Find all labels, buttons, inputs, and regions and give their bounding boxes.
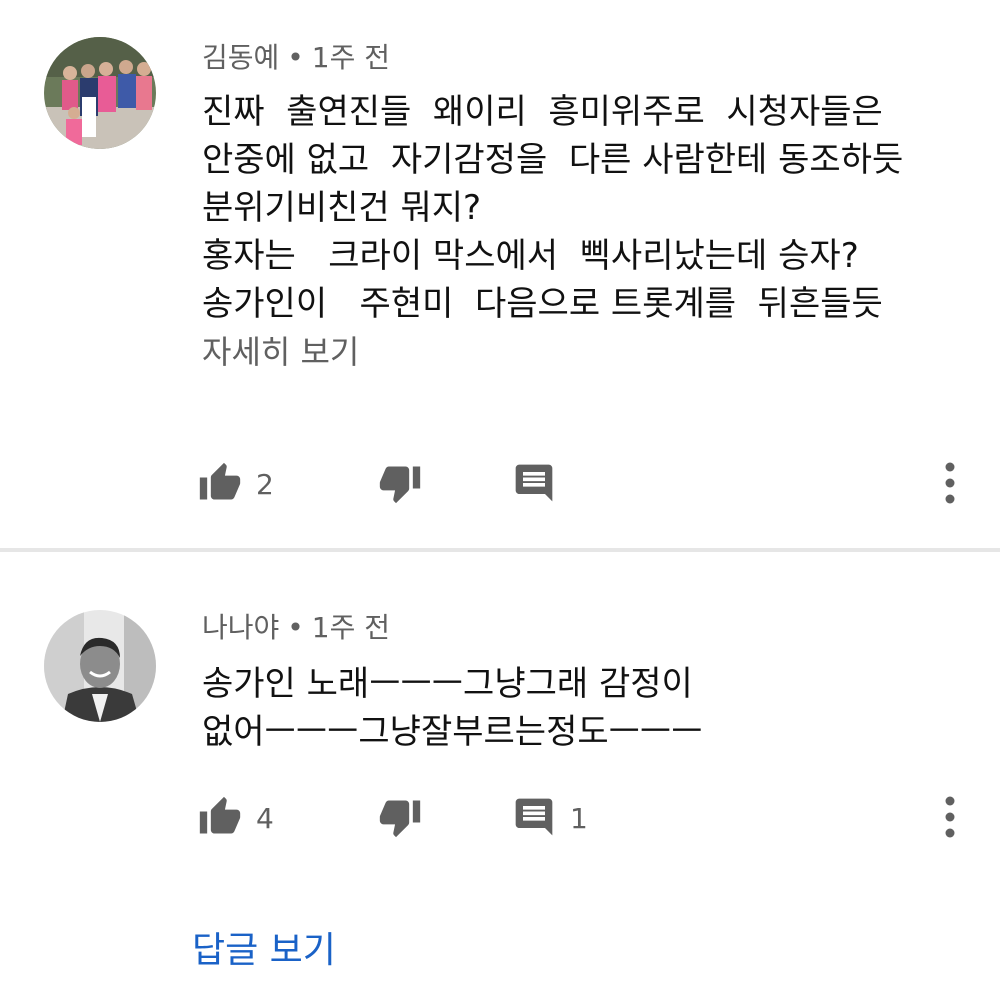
comment-time[interactable]: 1주 전 — [312, 41, 390, 74]
more-options-button[interactable] — [930, 455, 970, 515]
author-name[interactable]: 나나야 — [202, 611, 279, 644]
reply-count: 1 — [570, 802, 588, 835]
comment-meta: 김동예 • 1주 전 — [202, 38, 390, 78]
comment-actions: 2 — [0, 455, 1000, 515]
comment-thread-1: 김동예 • 1주 전 진짜 출연진들 왜이리 흥미위주로 시청자들은 안중에 없고 … — [0, 0, 1000, 548]
like-count: 2 — [256, 468, 274, 501]
more-vertical-icon — [944, 461, 956, 509]
like-count: 4 — [256, 802, 274, 835]
dislike-button[interactable] — [378, 789, 422, 849]
more-vertical-icon — [944, 795, 956, 843]
comment-meta: 나나야 • 1주 전 — [202, 608, 390, 648]
comment-icon — [512, 795, 556, 843]
comment-actions: 4 1 — [0, 789, 1000, 849]
like-button[interactable]: 4 — [198, 789, 274, 849]
avatar[interactable] — [44, 610, 156, 722]
thumbs-down-icon — [378, 795, 422, 843]
avatar[interactable] — [44, 37, 156, 149]
like-button[interactable]: 2 — [198, 455, 274, 515]
comment-text: 송가인 노래ㅡㅡㅡ그냥그래 감정이 없어ㅡㅡㅡ그냥잘부르는정도ㅡㅡㅡ — [202, 664, 703, 752]
view-replies-link[interactable]: 답글 보기 — [192, 927, 336, 975]
comment-icon — [512, 461, 556, 509]
reply-button[interactable]: 1 — [512, 789, 588, 849]
comment-text: 진짜 출연진들 왜이리 흥미위주로 시청자들은 안중에 없고 자기감정을 다른 … — [202, 92, 904, 324]
comment-thread-2: 나나야 • 1주 전 송가인 노래ㅡㅡㅡ그냥그래 감정이 없어ㅡㅡㅡ그냥잘부르는정도… — [0, 552, 1000, 992]
thumbs-up-icon — [198, 461, 242, 509]
meta-separator: • — [287, 41, 304, 74]
read-more-button[interactable]: 자세히 보기 — [202, 330, 359, 374]
comment-time[interactable]: 1주 전 — [312, 611, 390, 644]
dislike-button[interactable] — [378, 455, 422, 515]
thumbs-up-icon — [198, 795, 242, 843]
author-name[interactable]: 김동예 — [202, 41, 279, 74]
thumbs-down-icon — [378, 461, 422, 509]
more-options-button[interactable] — [930, 789, 970, 849]
meta-separator: • — [287, 611, 304, 644]
reply-button[interactable] — [512, 455, 570, 515]
